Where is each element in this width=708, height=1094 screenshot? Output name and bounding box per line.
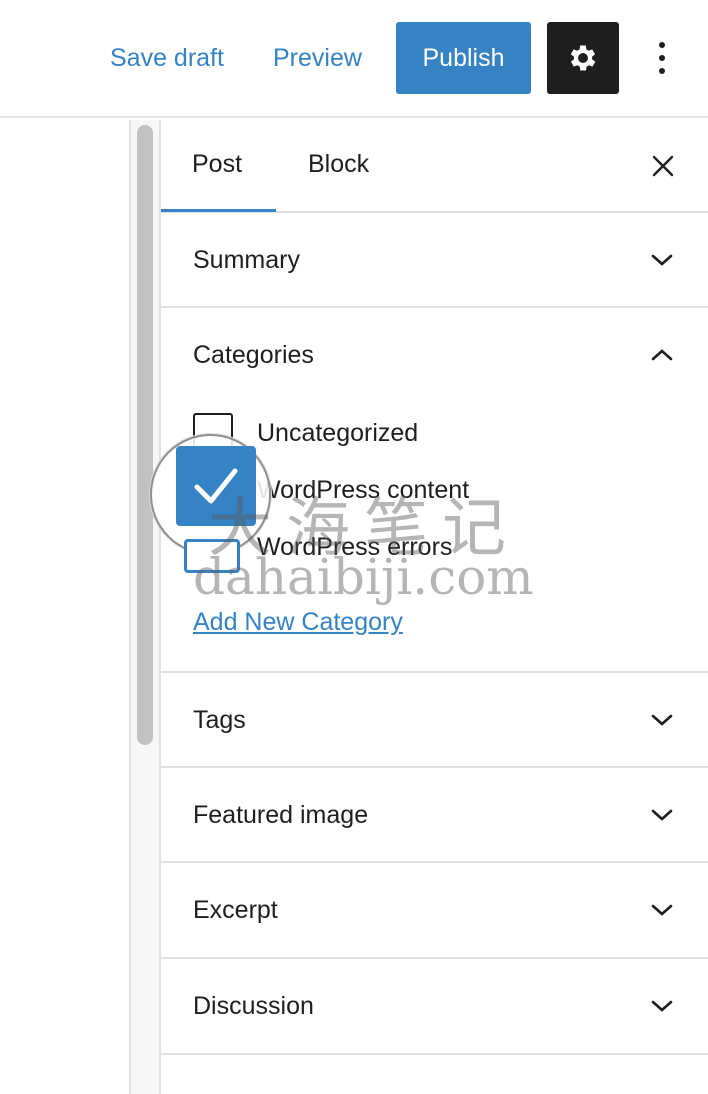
featured-image-panel-toggle[interactable]: Featured image: [161, 768, 708, 861]
featured-image-panel-title: Featured image: [193, 801, 369, 829]
excerpt-panel: Excerpt: [161, 863, 708, 959]
chevron-down-icon: [651, 254, 673, 266]
category-item[interactable]: Uncategorized: [193, 413, 673, 453]
featured-image-panel: Featured image: [161, 768, 708, 863]
editor-canvas[interactable]: [0, 120, 130, 1094]
category-label: WordPress content: [257, 476, 470, 504]
sidebar-tabs: Post Block: [161, 120, 708, 213]
tags-panel: Tags: [161, 673, 708, 768]
add-new-category-link[interactable]: Add New Category: [193, 608, 403, 637]
scrollbar-thumb[interactable]: [137, 125, 153, 745]
tags-panel-title: Tags: [193, 706, 246, 734]
category-item[interactable]: WordPress errors: [193, 527, 673, 567]
top-toolbar: Save draft Preview Publish: [0, 0, 708, 118]
publish-button[interactable]: Publish: [396, 22, 531, 94]
summary-panel-toggle[interactable]: Summary: [161, 213, 708, 306]
chevron-down-icon: [651, 809, 673, 821]
active-tab-indicator: [161, 209, 276, 212]
chevron-up-icon: [651, 349, 673, 361]
categories-panel-toggle[interactable]: Categories: [161, 308, 708, 401]
magnified-checked-checkbox: [176, 446, 256, 526]
category-label: Uncategorized: [257, 419, 419, 447]
checkmark-icon: [194, 468, 238, 504]
chevron-down-icon: [651, 714, 673, 726]
preview-button[interactable]: Preview: [273, 40, 362, 76]
summary-panel-title: Summary: [193, 246, 300, 274]
summary-panel: Summary: [161, 213, 708, 308]
excerpt-panel-title: Excerpt: [193, 896, 278, 924]
discussion-panel-title: Discussion: [193, 992, 314, 1020]
more-options-button[interactable]: [644, 38, 680, 78]
checkbox-outline-highlight: [184, 539, 240, 573]
discussion-panel-toggle[interactable]: Discussion: [161, 959, 708, 1052]
save-draft-button[interactable]: Save draft: [110, 40, 224, 76]
tags-panel-toggle[interactable]: Tags: [161, 673, 708, 766]
tab-block[interactable]: Block: [308, 150, 369, 179]
tab-post[interactable]: Post: [192, 150, 242, 179]
settings-sidebar: Post Block Summary Categories Uncategori…: [161, 120, 708, 1094]
excerpt-panel-toggle[interactable]: Excerpt: [161, 863, 708, 956]
chevron-down-icon: [651, 904, 673, 916]
chevron-down-icon: [651, 1000, 673, 1012]
vertical-ellipsis-icon: [659, 42, 665, 74]
discussion-panel: Discussion: [161, 959, 708, 1055]
gear-icon: [570, 45, 596, 71]
category-label: WordPress errors: [257, 533, 453, 561]
categories-panel-title: Categories: [193, 341, 314, 369]
close-sidebar-button[interactable]: [645, 148, 681, 184]
close-icon: [652, 155, 674, 177]
settings-button[interactable]: [547, 22, 619, 94]
